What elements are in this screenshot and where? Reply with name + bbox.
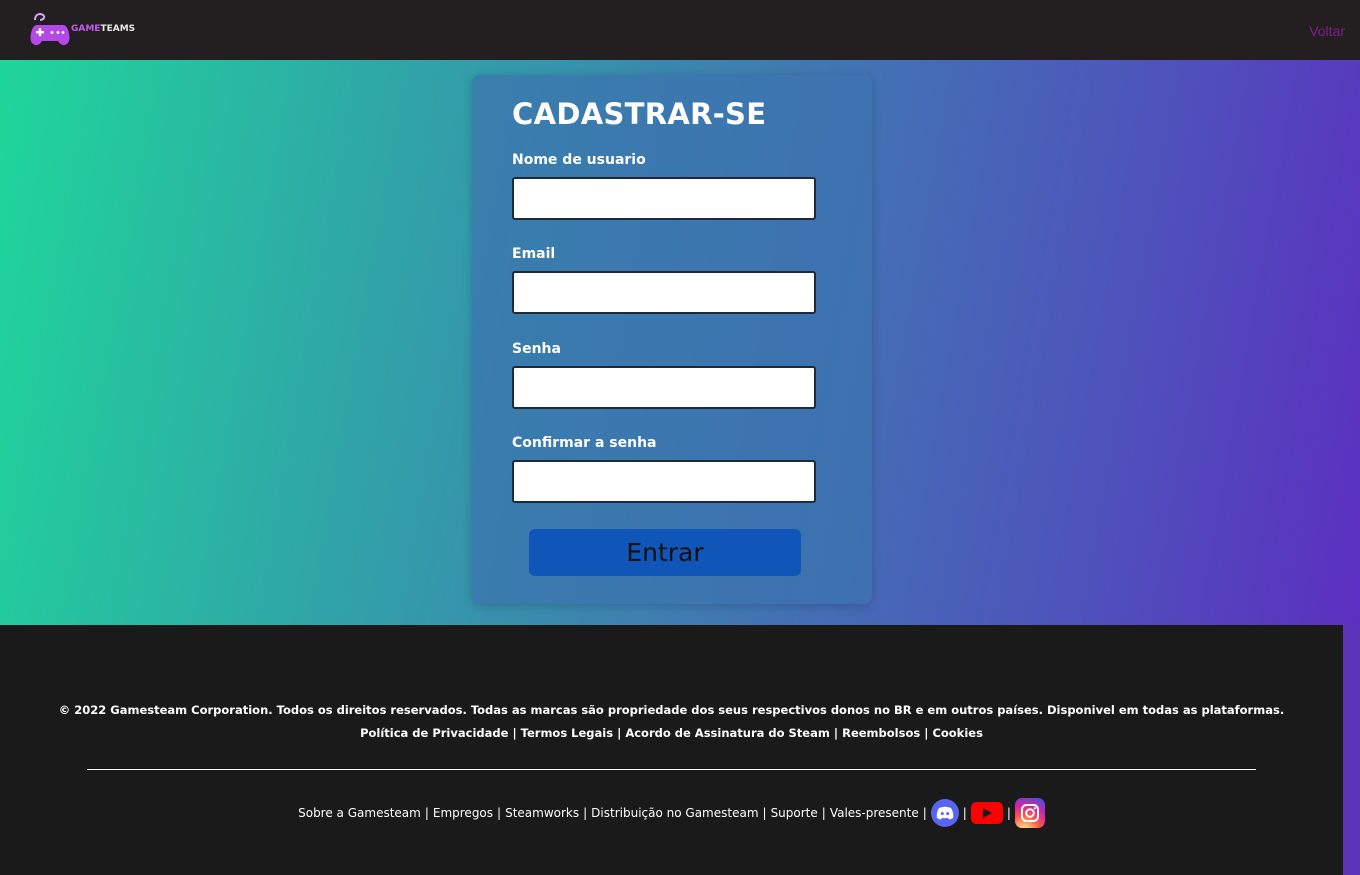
separator: | bbox=[583, 806, 588, 820]
separator: | bbox=[962, 806, 967, 820]
support-link[interactable]: Suporte bbox=[771, 806, 818, 820]
separator: | bbox=[762, 806, 767, 820]
camera-glyph bbox=[1020, 804, 1039, 822]
top-navbar: GAMETEAMS Voltar bbox=[0, 0, 1360, 60]
page-right-edge bbox=[1343, 625, 1360, 875]
discord-icon[interactable] bbox=[930, 799, 959, 827]
submit-button[interactable]: Entrar bbox=[529, 529, 801, 576]
hero-background: CADASTRAR-SE Nome de usuario Email Senha… bbox=[0, 60, 1360, 625]
cookies-link[interactable]: Cookies bbox=[932, 726, 982, 740]
separator: | bbox=[922, 806, 927, 820]
email-input[interactable] bbox=[512, 271, 816, 314]
username-input[interactable] bbox=[512, 177, 816, 220]
gamepad-icon bbox=[30, 13, 70, 46]
about-link[interactable]: Sobre a Gamesteam bbox=[298, 806, 421, 820]
discord-logo-glyph bbox=[936, 806, 954, 820]
logo-text-teams: TEAMS bbox=[100, 24, 136, 34]
footer: © 2022 Gamesteam Corporation. Todos os d… bbox=[0, 625, 1343, 875]
steamworks-link[interactable]: Steamworks bbox=[505, 806, 579, 820]
register-title: CADASTRAR-SE bbox=[512, 97, 767, 131]
register-card: CADASTRAR-SE Nome de usuario Email Senha… bbox=[472, 75, 872, 604]
youtube-icon[interactable] bbox=[970, 802, 1003, 824]
email-label: Email bbox=[512, 246, 556, 262]
bottom-links: Sobre a Gamesteam | Empregos | Steamwork… bbox=[0, 798, 1343, 828]
confirm-password-input[interactable] bbox=[512, 460, 816, 503]
separator: | bbox=[424, 806, 429, 820]
logo-text-game: GAME bbox=[71, 24, 101, 34]
logo[interactable]: GAMETEAMS bbox=[29, 11, 135, 47]
copyright-text: © 2022 Gamesteam Corporation. Todos os d… bbox=[58, 703, 1285, 717]
password-label: Senha bbox=[512, 341, 561, 357]
confirm-password-label: Confirmar a senha bbox=[512, 435, 657, 451]
separator: | bbox=[1006, 806, 1011, 820]
back-link[interactable]: Voltar bbox=[1309, 23, 1345, 39]
privacy-policy-link[interactable]: Política de Privacidade bbox=[360, 726, 508, 740]
separator: | bbox=[833, 726, 843, 740]
refunds-link[interactable]: Reembolsos bbox=[842, 726, 920, 740]
footer-divider bbox=[87, 769, 1256, 770]
username-label: Nome de usuario bbox=[512, 152, 646, 168]
separator: | bbox=[497, 806, 502, 820]
logo-text: GAMETEAMS bbox=[71, 24, 135, 34]
legal-links: Política de Privacidade | Termos Legais … bbox=[0, 726, 1343, 740]
separator: | bbox=[512, 726, 521, 740]
legal-terms-link[interactable]: Termos Legais bbox=[521, 726, 613, 740]
password-input[interactable] bbox=[512, 366, 816, 409]
play-glyph bbox=[982, 808, 992, 818]
instagram-icon[interactable] bbox=[1014, 798, 1045, 828]
separator: | bbox=[821, 806, 826, 820]
subscriber-agreement-link[interactable]: Acordo de Assinatura do Steam bbox=[625, 726, 830, 740]
distribution-link[interactable]: Distribuição no Gamesteam bbox=[591, 806, 758, 820]
gift-cards-link[interactable]: Vales-presente bbox=[830, 806, 919, 820]
jobs-link[interactable]: Empregos bbox=[433, 806, 493, 820]
